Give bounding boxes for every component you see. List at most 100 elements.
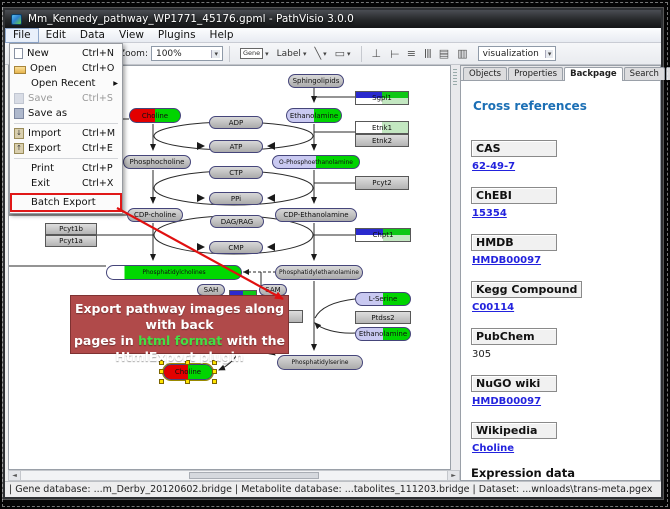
file-menu-item-batch-export[interactable]: Batch Export (11, 194, 121, 211)
node-label: Pcyt1a (58, 237, 84, 245)
menu-plugins[interactable]: Plugins (151, 28, 203, 43)
zoom-combobox[interactable]: 100%▾ (151, 46, 223, 61)
menu-file[interactable]: File (5, 28, 39, 43)
metabolite-node-cmp[interactable]: CMP (209, 241, 263, 254)
xref-link[interactable]: HMDB00097 (472, 255, 650, 266)
tab-objects[interactable]: Objects (463, 67, 507, 80)
metabolite-node-phosphatidylethanolamine[interactable]: Phosphatidylethanolamine (275, 265, 363, 280)
chevron-down-icon: ▾ (265, 50, 269, 58)
file-menu-item-label: Open (30, 63, 82, 74)
scrollbar-thumb[interactable] (189, 472, 319, 479)
menu-data[interactable]: Data (73, 28, 112, 43)
xref-value: 305 (472, 349, 650, 360)
node-label: Phosphocholine (129, 158, 186, 166)
metabolite-node-phosphocholine[interactable]: Phosphocholine (123, 155, 191, 169)
menu-view[interactable]: View (112, 28, 151, 43)
save-as-icon (14, 108, 24, 119)
file-menu-item-open-recent[interactable]: Open Recent▸ (11, 76, 121, 91)
scroll-right-arrow[interactable]: ► (447, 471, 459, 480)
metabolite-node-choline[interactable]: Choline (129, 108, 181, 123)
metabolite-node-adp[interactable]: ADP (209, 116, 263, 129)
xref-link[interactable]: 62-49-7 (472, 161, 650, 172)
node-label: Pcyt2 (371, 179, 392, 187)
tab-backpage[interactable]: Backpage (564, 67, 623, 81)
gene-node-chpt1[interactable]: Chpt1 (355, 228, 411, 242)
selection-handle[interactable] (212, 369, 217, 374)
stack-vertical-button[interactable]: ▥ (454, 45, 470, 63)
gene-node-etnk1[interactable]: Etnk1 (355, 121, 409, 134)
chevron-down-icon: ▾ (545, 50, 554, 58)
gene-node-pcyt1a[interactable]: Pcyt1a (45, 235, 97, 247)
chevron-down-icon: ▾ (323, 50, 327, 58)
metabolite-node-sphingolipids[interactable]: Sphingolipids (288, 74, 344, 88)
add-line-button[interactable]: ╲▾ (311, 45, 329, 63)
node-label: CDP-choline (133, 211, 177, 219)
metabolite-node-ethanolamine[interactable]: Ethanolamine (286, 108, 342, 123)
node-label: Chpt1 (372, 231, 395, 239)
file-menu-item-import[interactable]: ↓ImportCtrl+M (11, 126, 121, 141)
panel-splitter[interactable] (451, 65, 460, 470)
selection-handle[interactable] (159, 369, 164, 374)
node-label: Ptdss2 (370, 314, 395, 322)
window-title: Mm_Kennedy_pathway_WP1771_45176.gpml - P… (28, 13, 354, 25)
node-label: SAH (203, 286, 220, 294)
file-menu-item-save[interactable]: SaveCtrl+S (11, 91, 121, 106)
gene-node-sgpl1[interactable]: Sgpl1 (355, 91, 409, 105)
metabolite-node-ppi[interactable]: PPi (209, 192, 263, 205)
selection-handle[interactable] (212, 379, 217, 384)
selection-handle[interactable] (159, 379, 164, 384)
xref-link[interactable]: Choline (472, 443, 650, 454)
file-menu-item-open[interactable]: OpenCtrl+O (11, 61, 121, 76)
metabolite-node-phosphatidylserine[interactable]: Phosphatidylserine (277, 355, 363, 370)
distribute-vertical-button[interactable]: ||| (421, 45, 434, 63)
align-center-vertical-button[interactable]: ⊥ (369, 45, 385, 63)
file-menu-item-save-as[interactable]: Save as (11, 106, 121, 121)
align-center-horizontal-button[interactable]: ⊥ (386, 45, 402, 63)
gene-node-pcyt1b[interactable]: Pcyt1b (45, 223, 97, 235)
distribute-horizontal-button[interactable]: ≡ (404, 45, 419, 63)
canvas-horizontal-scrollbar[interactable]: ◄ ► (8, 470, 460, 481)
file-menu-item-exit[interactable]: ExitCtrl+X (11, 176, 121, 191)
xref-database-header: Wikipedia (471, 422, 557, 439)
menu-edit[interactable]: Edit (39, 28, 73, 43)
gene-node-ptdss2[interactable]: Ptdss2 (355, 311, 411, 324)
metabolite-node-atp[interactable]: ATP (209, 140, 263, 153)
metabolite-node-l-serine[interactable]: L-Serine (355, 292, 411, 306)
metabolite-node-o-phosphoethanolamine[interactable]: O-Phosphoethanolamine (272, 155, 360, 169)
file-menu-item-export[interactable]: ↑ExportCtrl+E (11, 141, 121, 156)
add-datanode-button[interactable]: Gene▾ (237, 45, 272, 63)
annotation-highlight: html format (138, 333, 222, 348)
xref-link[interactable]: C00114 (472, 302, 650, 313)
xref-link[interactable]: HMDB00097 (472, 396, 650, 407)
gene-node-etnk2[interactable]: Etnk2 (355, 134, 409, 147)
node-label: Sgpl1 (371, 94, 393, 102)
menu-icon-spacer (14, 78, 27, 89)
metabolite-node-dag-rag[interactable]: DAG/RAG (210, 215, 264, 228)
node-label: CTP (228, 169, 243, 177)
selection-handle[interactable] (185, 379, 190, 384)
add-shape-button[interactable]: ▭▾ (332, 45, 354, 63)
gene-node-pcyt2[interactable]: Pcyt2 (355, 176, 409, 190)
scroll-left-arrow[interactable]: ◄ (9, 471, 21, 480)
file-menu-item-print[interactable]: PrintCtrl+P (11, 161, 121, 176)
metabolite-node-choline[interactable]: Choline (163, 364, 213, 380)
node-label: Etnk1 (371, 124, 393, 132)
xref-link[interactable]: 15354 (472, 208, 650, 219)
tab-legend[interactable]: Legend (666, 67, 670, 80)
node-label: Phosphatidylethanolamine (278, 269, 360, 276)
stack-horizontal-button[interactable]: ▤ (436, 45, 452, 63)
metabolite-node-phosphatidylcholines[interactable]: Phosphatidylcholines (106, 265, 242, 280)
distribute-horizontal-icon: ≡ (407, 48, 416, 60)
metabolite-node-cdp-ethanolamine[interactable]: CDP-Ethanolamine (275, 208, 357, 222)
export-icon: ↑ (14, 143, 24, 154)
node-label: Phosphatidylcholines (141, 269, 206, 276)
tab-properties[interactable]: Properties (508, 67, 563, 80)
metabolite-node-ctp[interactable]: CTP (209, 166, 263, 179)
tab-search[interactable]: Search (624, 67, 665, 80)
visualization-combobox[interactable]: visualization▾ (478, 46, 556, 61)
metabolite-node-cdp-choline[interactable]: CDP-choline (127, 208, 183, 222)
menu-help[interactable]: Help (203, 28, 241, 43)
file-menu-item-new[interactable]: NewCtrl+N (11, 46, 121, 61)
add-label-button[interactable]: Label▾ (274, 45, 310, 63)
metabolite-node-ethanolamine[interactable]: Ethanolamine (355, 327, 411, 341)
